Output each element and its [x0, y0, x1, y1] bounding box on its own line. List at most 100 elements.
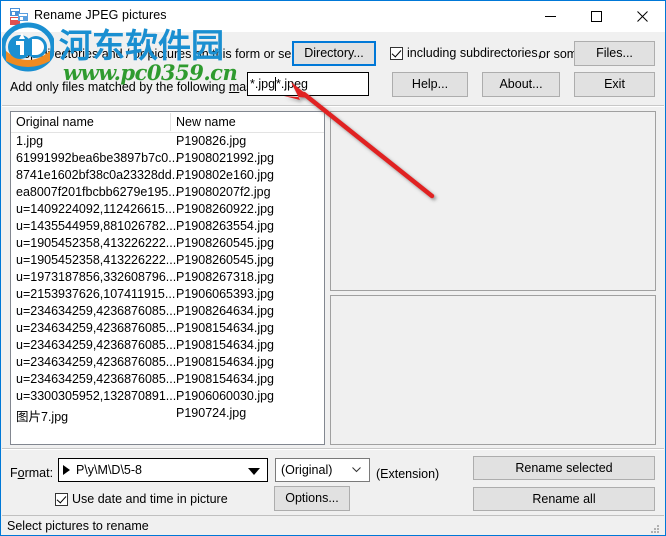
table-row[interactable]: u=1905452358,413226222... P1908260545.jpg	[11, 252, 324, 269]
resize-grip[interactable]	[649, 522, 661, 534]
cell-original-name: u=1905452358,413226222...	[16, 236, 177, 250]
mask-label: Add only files matched by the following …	[10, 80, 280, 94]
directory-button[interactable]: Directory...	[292, 41, 376, 66]
cell-original-name: u=234634259,4236876085...	[16, 338, 177, 352]
cell-new-name: P1906065393.jpg	[176, 287, 275, 301]
play-triangle-icon	[63, 465, 70, 475]
cell-original-name: u=1409224092,112426615...	[16, 202, 176, 216]
status-text: Select pictures to rename	[7, 519, 149, 533]
file-list[interactable]: Original name New name 1.jpg P190826.jpg 6…	[10, 111, 325, 445]
top-panel-divider	[2, 105, 664, 107]
minimize-button[interactable]	[527, 1, 573, 32]
cell-original-name: u=3300305952,132870891...	[16, 389, 177, 403]
format-combobox[interactable]: P\y\M\D\5-8	[58, 458, 268, 482]
rename-selected-button[interactable]: Rename selected	[473, 456, 655, 480]
table-row[interactable]: u=1973187856,332608796... P1908267318.jpg	[11, 269, 324, 286]
mask-value-after-caret: *.jpeg	[276, 77, 309, 91]
cell-original-name: 1.jpg	[16, 134, 44, 148]
table-row[interactable]: u=1905452358,413226222... P1908260545.jpg	[11, 235, 324, 252]
title-bar: Rename JPEG pictures	[1, 1, 665, 32]
cell-original-name: u=234634259,4236876085...	[16, 355, 177, 369]
extension-combobox[interactable]: (Original)	[275, 458, 370, 482]
status-bar: Select pictures to rename	[2, 515, 664, 535]
table-row[interactable]: 61991992bea6be3897b7c0... P1908021992.jpg	[11, 150, 324, 167]
window-controls	[527, 1, 665, 32]
maximize-button[interactable]	[573, 1, 619, 32]
checkbox-box	[390, 46, 403, 60]
file-list-body: 1.jpg P190826.jpg 61991992bea6be3897b7c0..…	[11, 133, 324, 444]
cell-new-name: P1908263554.jpg	[176, 219, 275, 233]
checkbox-box	[55, 492, 68, 506]
mask-input[interactable]: *.jpg *.jpeg	[247, 72, 369, 96]
exit-button[interactable]: Exit	[574, 72, 655, 97]
table-row[interactable]: u=234634259,4236876085... P1908154634.jpg	[11, 354, 324, 371]
cell-original-name: 61991992bea6be3897b7c0...	[16, 151, 179, 165]
extension-label: (Extension)	[376, 467, 440, 481]
drop-hint-label: Drop directories and / or pictures on th…	[10, 47, 322, 61]
cell-original-name: u=234634259,4236876085...	[16, 372, 177, 386]
app-picture-icon	[10, 8, 28, 25]
cell-new-name: P1908154634.jpg	[176, 338, 275, 352]
rename-all-button[interactable]: Rename all	[473, 487, 655, 511]
format-value: P\y\M\D\5-8	[76, 463, 142, 477]
format-label-accel: o	[17, 466, 25, 480]
window-title: Rename JPEG pictures	[34, 8, 167, 22]
cell-new-name: P1906060030.jpg	[176, 389, 275, 403]
table-row[interactable]: 图片7.jpg P190724.jpg	[11, 405, 324, 424]
mask-label-accel: m	[228, 80, 240, 94]
table-row[interactable]: u=2153937626,107411915... P1906065393.jpg	[11, 286, 324, 303]
chevron-down-icon[interactable]	[352, 467, 361, 473]
cell-original-name: ea8007f201fbcbb6279e195...	[16, 185, 179, 199]
table-row[interactable]: 1.jpg P190826.jpg	[11, 133, 324, 150]
table-row[interactable]: u=234634259,4236876085... P1908154634.jpg	[11, 371, 324, 388]
cell-original-name: u=1905452358,413226222...	[16, 253, 177, 267]
cell-new-name: P190826.jpg	[176, 134, 247, 148]
cell-new-name: P1908021992.jpg	[176, 151, 275, 165]
rename-jpeg-pictures-window: Rename JPEG pictures Drop directories an…	[0, 0, 666, 536]
table-row[interactable]: u=234634259,4236876085... P1908264634.jpg	[11, 303, 324, 320]
chevron-down-icon[interactable]	[248, 468, 260, 475]
table-row[interactable]: u=234634259,4236876085... P1908154634.jpg	[11, 337, 324, 354]
format-label-pre: F	[10, 466, 18, 480]
cell-original-name: u=234634259,4236876085...	[16, 304, 177, 318]
cell-new-name: P190802e160.jpg	[176, 168, 275, 182]
help-button[interactable]: Help...	[392, 72, 468, 97]
options-button[interactable]: Options...	[274, 486, 350, 511]
use-date-and-time-checkbox[interactable]: Use date and time in picture	[55, 492, 228, 506]
cell-original-name: 8741e1602bf38c0a23328dd...	[16, 168, 183, 182]
files-button[interactable]: Files...	[574, 41, 655, 66]
cell-new-name: P1908154634.jpg	[176, 321, 275, 335]
cell-new-name: P1908260545.jpg	[176, 253, 275, 267]
mask-value-before-caret: *.jpg	[250, 77, 276, 91]
table-row[interactable]: u=1409224092,112426615... P1908260922.jpg	[11, 201, 324, 218]
cell-new-name: P1908260545.jpg	[176, 236, 275, 250]
close-button[interactable]	[619, 1, 665, 32]
table-row[interactable]: ea8007f201fbcbb6279e195... P19080207f2.jp…	[11, 184, 324, 201]
cell-original-name: u=1973187856,332608796...	[16, 270, 177, 284]
table-row[interactable]: u=3300305952,132870891... P1906060030.jpg	[11, 388, 324, 405]
including-subdirectories-label: including subdirectories,	[407, 46, 542, 60]
cell-new-name: P1908264634.jpg	[176, 304, 275, 318]
cell-original-name: 图片7.jpg	[16, 410, 69, 424]
column-header-new-name[interactable]: New name	[176, 115, 236, 129]
column-header-original-name[interactable]: Original name	[16, 115, 94, 129]
file-list-header: Original name New name	[11, 112, 324, 133]
bottom-panel-divider	[2, 448, 664, 450]
table-row[interactable]: u=1435544959,881026782... P1908263554.jpg	[11, 218, 324, 235]
format-label: Format:	[10, 466, 53, 480]
table-row[interactable]: u=234634259,4236876085... P1908154634.jpg	[11, 320, 324, 337]
cell-new-name: P1908154634.jpg	[176, 355, 275, 369]
mask-label-pre: Add only files matched by the following	[10, 80, 229, 94]
extension-value: (Original)	[281, 463, 333, 477]
including-subdirectories-checkbox[interactable]: including subdirectories,	[390, 46, 541, 60]
column-divider	[170, 113, 171, 131]
preview-panel-top	[330, 111, 656, 291]
cell-new-name: P190724.jpg	[176, 406, 247, 420]
cell-original-name: u=1435544959,881026782...	[16, 219, 177, 233]
cell-original-name: u=234634259,4236876085...	[16, 321, 177, 335]
table-row[interactable]: 8741e1602bf38c0a23328dd... P190802e160.jp…	[11, 167, 324, 184]
cell-new-name: P1908267318.jpg	[176, 270, 275, 284]
cell-new-name: P1908260922.jpg	[176, 202, 275, 216]
about-button[interactable]: About...	[482, 72, 560, 97]
cell-original-name: u=2153937626,107411915...	[16, 287, 176, 301]
